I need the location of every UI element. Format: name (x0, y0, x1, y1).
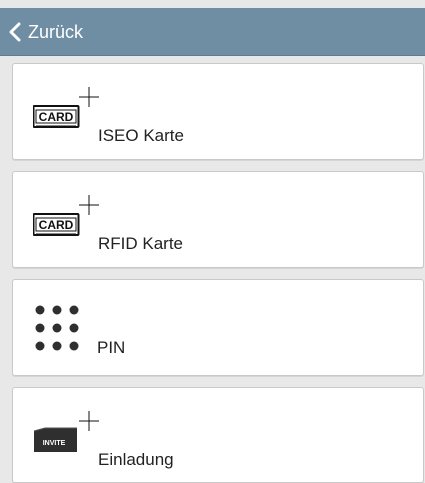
option-rfid-card[interactable]: CARD RFID Karte (12, 171, 424, 268)
top-bar: Zurück (0, 8, 425, 56)
option-label: PIN (97, 338, 126, 357)
invite-icon-text: INVITE (43, 440, 66, 447)
back-button[interactable]: Zurück (8, 18, 83, 46)
option-label: ISEO Karte (98, 126, 184, 145)
back-button-label: Zurück (28, 21, 84, 42)
option-iseo-card[interactable]: CARD ISEO Karte (12, 63, 424, 160)
option-pin[interactable]: PIN (12, 279, 424, 376)
option-label: RFID Karte (98, 234, 184, 253)
keypad-dots-icon (35, 305, 79, 351)
card-icon-text: CARD (39, 110, 74, 124)
option-invitation[interactable]: INVITE Einladung (12, 387, 424, 483)
option-label: Einladung (98, 450, 174, 469)
card-icon-text: CARD (39, 218, 74, 232)
chevron-left-icon (9, 22, 21, 42)
